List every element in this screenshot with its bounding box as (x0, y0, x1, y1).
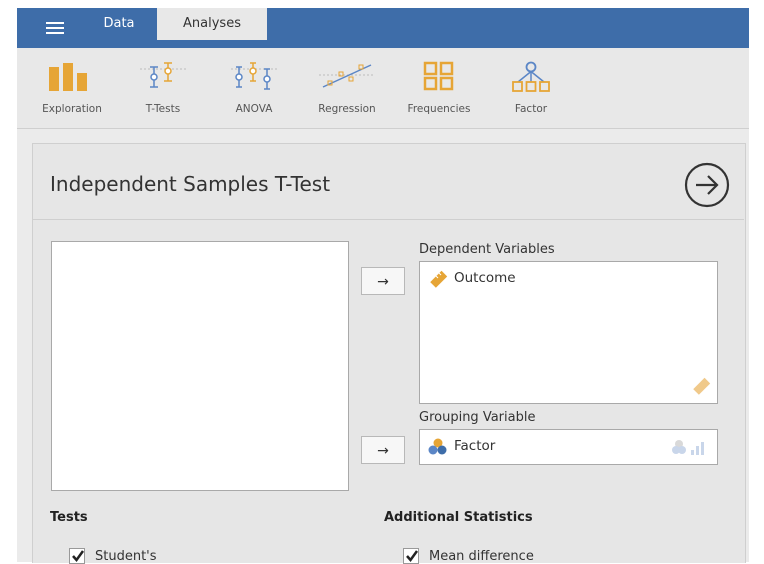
ribbon-label: Factor (514, 103, 548, 115)
checkmark-icon (72, 550, 85, 563)
ribbon-factor-button[interactable]: Factor (494, 48, 568, 128)
dependent-variables-box[interactable]: Outcome (419, 261, 718, 404)
additional-statistics-heading: Additional Statistics (384, 510, 533, 525)
continuous-type-icon (693, 377, 711, 395)
list-item[interactable]: Outcome (454, 270, 516, 286)
move-to-grouping-button[interactable]: → (361, 436, 405, 464)
ruler-icon (430, 270, 448, 288)
ribbon-label: T-Tests (145, 103, 181, 115)
exploration-icon (49, 63, 87, 91)
move-to-dependent-button[interactable]: → (361, 267, 405, 295)
menu-icon[interactable] (46, 22, 64, 34)
nominal-variable-icon (428, 438, 447, 455)
ribbon-frequencies-button[interactable]: Frequencies (400, 48, 478, 128)
ribbon-label: Regression (318, 103, 376, 115)
panel-title: Independent Samples T-Test (50, 172, 331, 196)
checkmark-icon (406, 550, 419, 563)
grouping-variable-box[interactable]: Factor (419, 429, 718, 465)
regression-icon (319, 64, 375, 88)
ribbon-regression-button[interactable]: Regression (308, 48, 386, 128)
circle-arrow-right-icon (684, 162, 730, 208)
tests-heading: Tests (50, 510, 88, 525)
ribbon-label: ANOVA (235, 103, 273, 115)
grouping-variable-value[interactable]: Factor (454, 438, 495, 454)
ribbon-t-tests-button[interactable]: T-Tests (126, 48, 200, 128)
ribbon-exploration-button[interactable]: Exploration (35, 48, 109, 128)
divider (32, 219, 744, 220)
ribbon-label: Frequencies (407, 103, 471, 115)
tab-data[interactable]: Data (84, 8, 154, 40)
anova-icon (231, 62, 277, 90)
factor-icon (512, 61, 550, 92)
run-analysis-button[interactable] (684, 162, 730, 208)
dependent-variables-label: Dependent Variables (419, 242, 555, 257)
variable-list[interactable] (51, 241, 349, 491)
ribbon-anova-button[interactable]: ANOVA (217, 48, 291, 128)
grouping-variable-label: Grouping Variable (419, 410, 536, 425)
ribbon-label: Exploration (42, 103, 102, 115)
variable-type-icon (672, 440, 704, 455)
frequencies-icon (423, 61, 454, 91)
tab-analyses[interactable]: Analyses (157, 8, 267, 40)
t-tests-icon (140, 62, 186, 88)
